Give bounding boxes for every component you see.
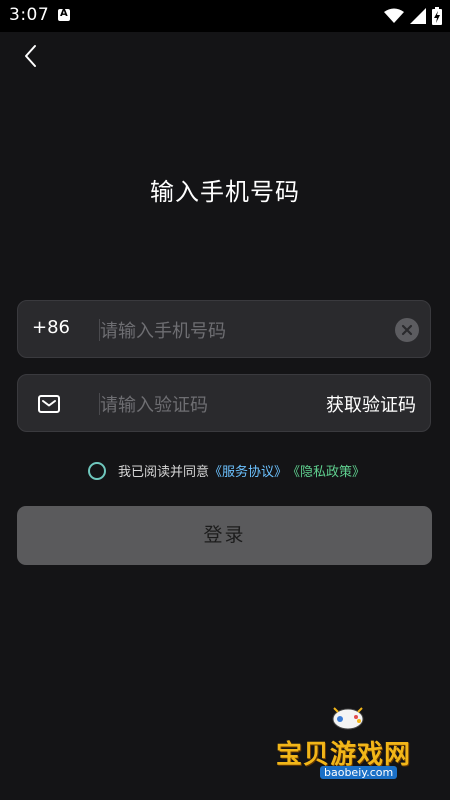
gamepad-mascot-icon (332, 707, 364, 730)
country-code[interactable]: +86 (32, 317, 70, 338)
wifi-icon (384, 8, 404, 23)
phone-field: +86 (17, 300, 431, 358)
status-time: 3:07 (9, 5, 50, 25)
accessibility-a-icon: A (58, 8, 70, 21)
code-input[interactable] (98, 387, 312, 423)
back-button[interactable] (18, 42, 46, 70)
status-icons (384, 7, 442, 25)
page-title: 输入手机号码 (150, 178, 300, 206)
code-field: 获取验证码 (17, 374, 431, 432)
agreement-text: 我已阅读并同意 (118, 465, 210, 480)
battery-charging-icon (432, 7, 442, 25)
clear-circle-icon (401, 324, 413, 336)
watermark-logo: 宝贝游戏网 baobeiy.com (272, 700, 427, 780)
watermark-url: baobeiy.com (320, 766, 398, 779)
envelope-icon (38, 395, 60, 413)
phone-input[interactable] (98, 313, 372, 349)
status-bar: 3:07 A (0, 0, 450, 32)
privacy-policy-link[interactable]: 《隐私政策》 (287, 461, 365, 480)
clear-button[interactable] (395, 318, 419, 342)
chevron-left-icon (25, 45, 36, 67)
service-agreement-link[interactable]: 《服务协议》 (209, 461, 287, 480)
signal-icon (410, 8, 426, 24)
agreement-row: 我已阅读并同意 《服务协议》 《隐私政策》 (88, 461, 365, 480)
agreement-checkbox[interactable] (88, 461, 106, 480)
login-button[interactable]: 登录 (17, 506, 432, 565)
get-code-button[interactable]: 获取验证码 (326, 391, 416, 417)
